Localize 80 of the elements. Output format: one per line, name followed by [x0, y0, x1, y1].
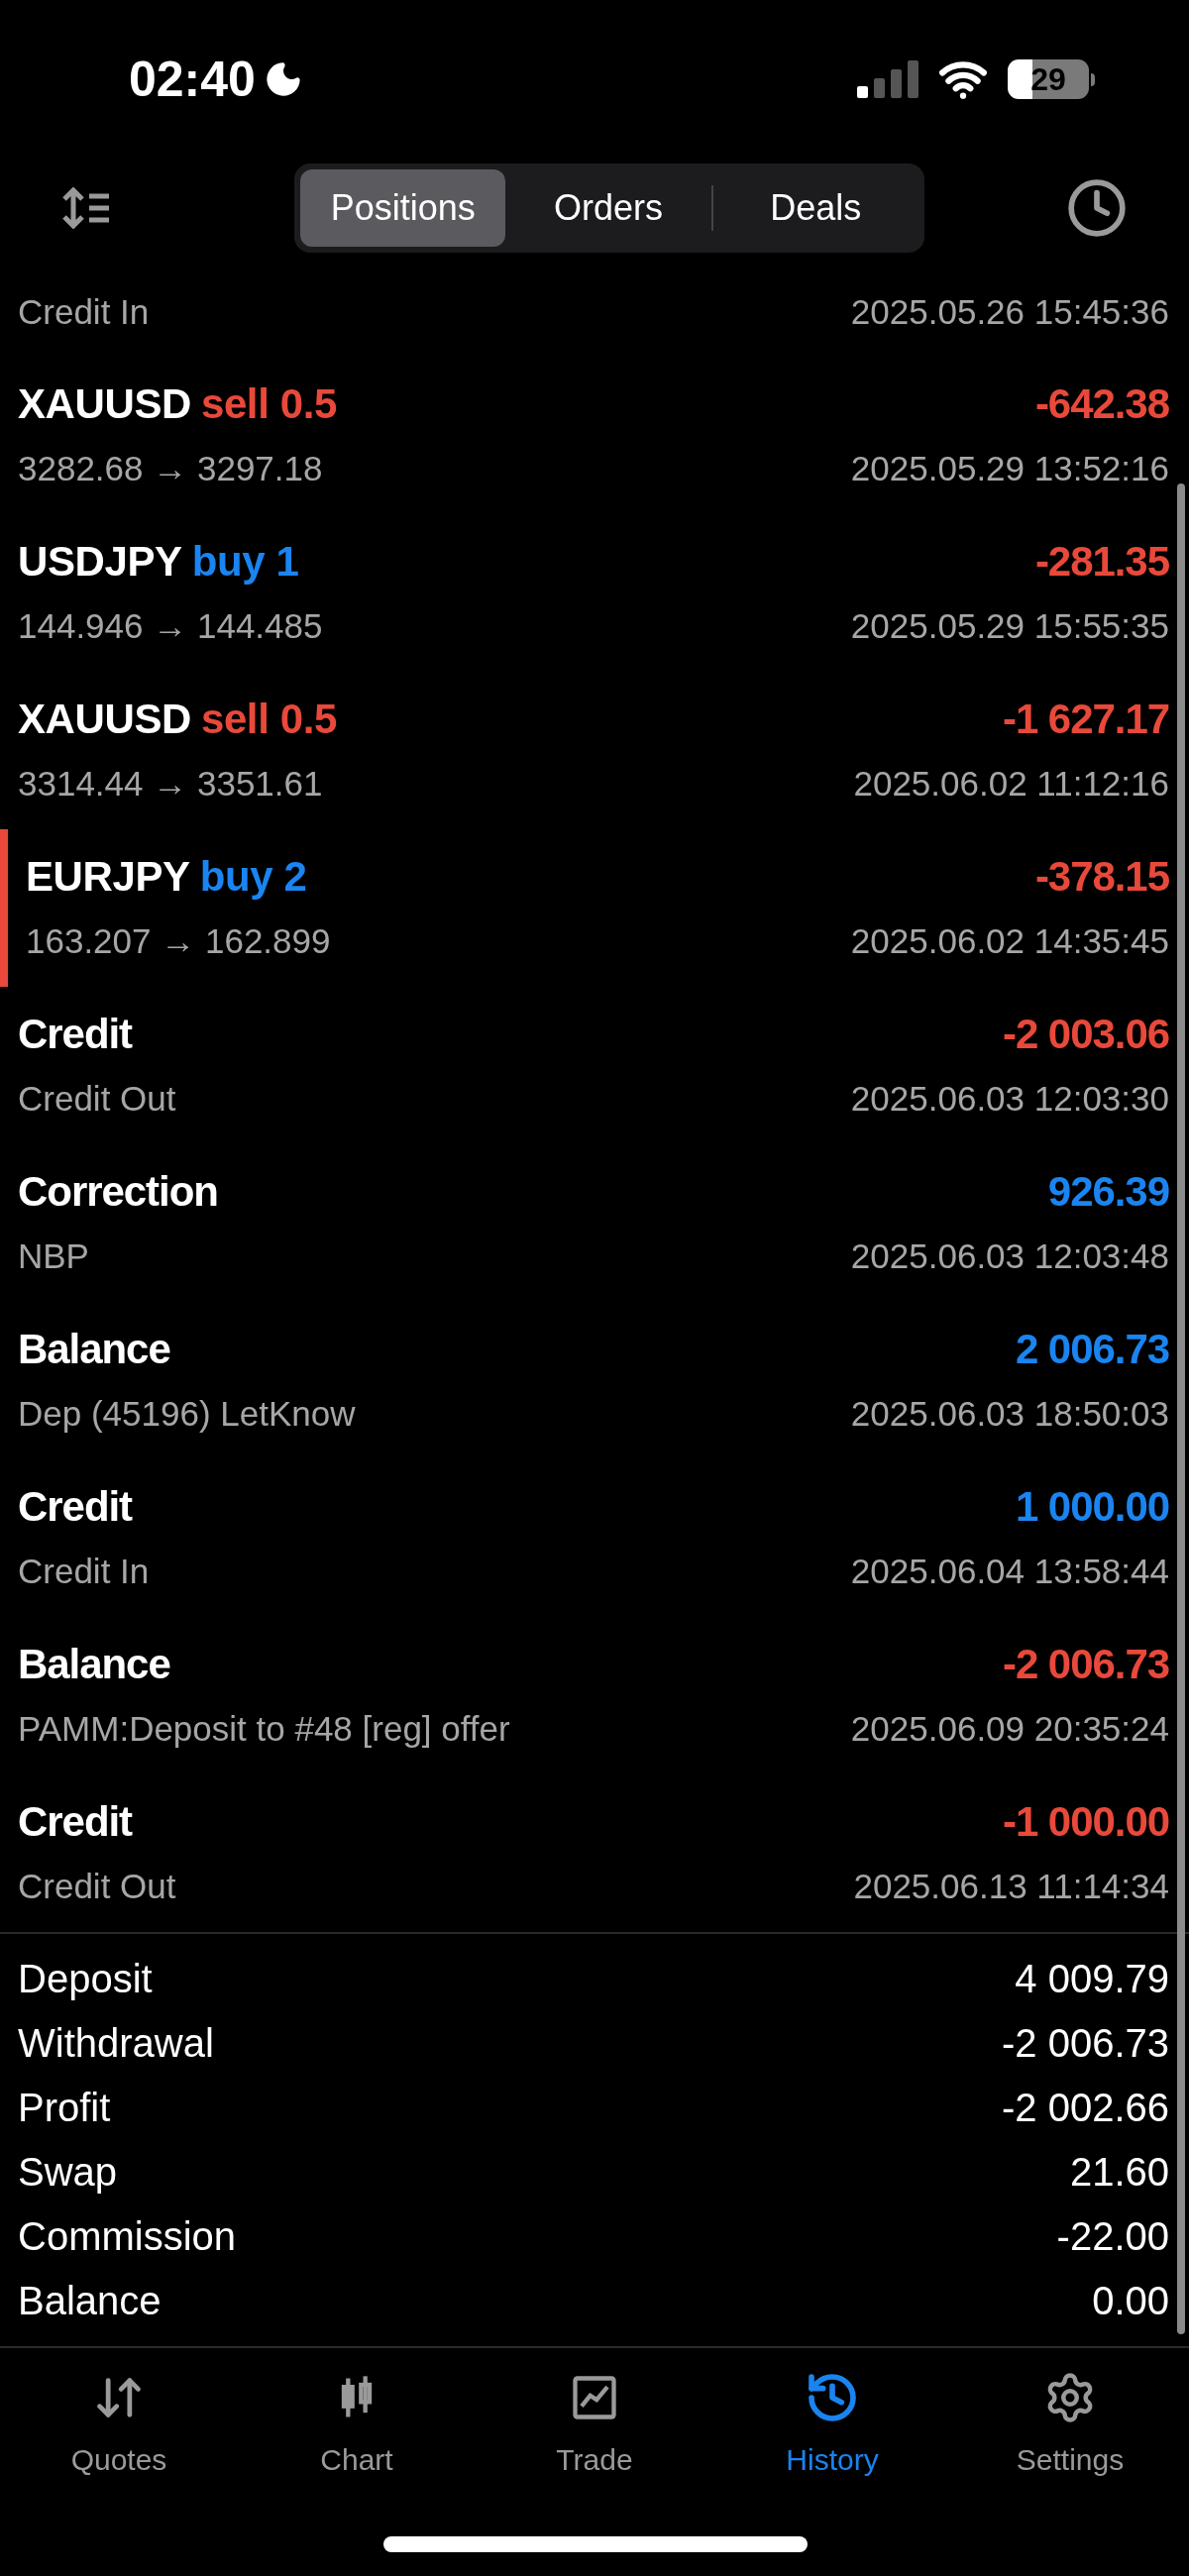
deal-profit: 926.39 — [1047, 1166, 1169, 1217]
deal-side: sell 0.5 — [200, 694, 337, 744]
deal-time: 2025.06.02 11:12:16 — [853, 762, 1169, 805]
deal-prices: 144.946 → 144.485 — [18, 604, 323, 647]
deal-profit: -2 006.73 — [1002, 1639, 1169, 1689]
tab-bar-item[interactable]: Quotes — [0, 2368, 238, 2482]
summary-value: -2 002.66 — [1001, 2084, 1169, 2131]
deal-comment: Credit In — [18, 290, 150, 333]
deal-comment: NBP — [18, 1234, 89, 1277]
deal-title: Credit — [18, 1481, 133, 1532]
deal-comment: PAMM:Deposit to #48 [reg] offer — [18, 1707, 510, 1750]
deal-symbol: EURJPY — [26, 851, 190, 902]
deal-time: 2025.06.13 11:14:34 — [853, 1865, 1169, 1907]
deal-comment: Credit Out — [18, 1865, 176, 1907]
deal-side: sell 0.5 — [200, 378, 337, 429]
deal-comment: Dep (45196) LetKnow — [18, 1392, 356, 1435]
deal-side: buy 1 — [191, 536, 299, 587]
deal-time: 2025.06.03 12:03:30 — [850, 1077, 1169, 1120]
deal-time: 2025.05.29 13:52:16 — [850, 447, 1169, 489]
deal-side: buy 2 — [199, 851, 307, 902]
tab-bar-item[interactable]: Trade — [476, 2368, 713, 2482]
deal-profit: 2 006.73 — [1015, 1324, 1169, 1374]
deal-row[interactable]: XAUUSD sell 0.5 -1 627.17 3314.44 → 3351.61 2025.06.02 11:12:16 — [0, 672, 1189, 829]
segment-tab[interactable]: Positions — [300, 169, 506, 247]
clock-icon[interactable] — [1066, 177, 1128, 239]
deal-time: 2025.06.09 20:35:24 — [850, 1707, 1169, 1750]
deal-symbol: XAUUSD — [18, 378, 191, 429]
summary-value: 0.00 — [1092, 2277, 1169, 2324]
summary-value: 4 009.79 — [1015, 1955, 1169, 2002]
summary-label: Commission — [18, 2212, 237, 2260]
deal-row[interactable]: Credit -1 000.00 Credit Out 2025.06.13 11:14:34 — [0, 1774, 1189, 1932]
deal-profit: -281.35 — [1034, 536, 1169, 587]
tab-bar-item[interactable]: Settings — [951, 2368, 1189, 2482]
deal-profit: 1 000.00 — [1015, 1481, 1169, 1532]
signal-icon — [857, 60, 919, 98]
deal-time: 2025.06.04 13:58:44 — [850, 1550, 1169, 1592]
deal-profit: -378.15 — [1034, 851, 1169, 902]
deal-row[interactable]: Correction 926.39 NBP 2025.06.03 12:03:48 — [0, 1144, 1189, 1302]
summary-label: Deposit — [18, 1955, 153, 2002]
deal-row[interactable]: USDJPY buy 1 -281.35 144.946 → 144.485 2025.05.29 15:55:35 — [0, 514, 1189, 672]
deal-profit: -642.38 — [1034, 378, 1169, 429]
deal-time: 2025.06.03 12:03:48 — [850, 1234, 1169, 1277]
summary-label: Withdrawal — [18, 2019, 214, 2067]
deal-prices: 163.207 → 162.899 — [26, 919, 331, 962]
deal-prices: 3282.68 → 3297.18 — [18, 447, 323, 489]
deal-row[interactable]: Credit 1 000.00 Credit In 2025.06.04 13:58:44 — [0, 1459, 1189, 1617]
deal-prices: 3314.44 → 3351.61 — [18, 762, 323, 805]
segment-tab[interactable]: Deals — [712, 169, 919, 247]
summary-value: -22.00 — [1056, 2212, 1169, 2260]
summary-label: Balance — [18, 2277, 162, 2324]
segment-tab[interactable]: Orders — [505, 169, 711, 247]
deal-title: Balance — [18, 1639, 170, 1689]
deal-time: 2025.05.26 15:45:36 — [850, 290, 1169, 333]
deal-row[interactable]: Credit In 2025.05.26 15:45:36 — [0, 268, 1189, 357]
tab-bar-item[interactable]: Chart — [238, 2368, 476, 2482]
deal-title: Credit — [18, 1009, 133, 1059]
sort-icon[interactable] — [61, 187, 111, 229]
deal-time: 2025.06.03 18:50:03 — [850, 1392, 1169, 1435]
deal-row[interactable]: Balance -2 006.73 PAMM:Deposit to #48 [reg] offer 2025.06.09 20:35:24 — [0, 1617, 1189, 1774]
deal-time: 2025.05.29 15:55:35 — [850, 604, 1169, 647]
summary-label: Profit — [18, 2084, 111, 2131]
deal-title: Credit — [18, 1796, 133, 1847]
deal-row[interactable]: Credit -2 003.06 Credit Out 2025.06.03 12:03:30 — [0, 987, 1189, 1144]
clock-time: 02:40 — [129, 50, 256, 109]
summary-label: Swap — [18, 2148, 118, 2196]
summary-value: 21.60 — [1069, 2148, 1169, 2196]
deal-symbol: XAUUSD — [18, 694, 191, 744]
tab-bar-item[interactable]: History — [713, 2368, 951, 2482]
deal-profit: -2 003.06 — [1002, 1009, 1169, 1059]
deal-profit: -1 000.00 — [1002, 1796, 1169, 1847]
deal-comment: Credit Out — [18, 1077, 176, 1120]
deal-time: 2025.06.02 14:35:45 — [850, 919, 1169, 962]
deal-symbol: USDJPY — [18, 536, 182, 587]
deal-row[interactable]: Balance 2 006.73 Dep (45196) LetKnow 2025.06.03 18:50:03 — [0, 1302, 1189, 1459]
deal-title: Correction — [18, 1166, 218, 1217]
deal-title: Balance — [18, 1324, 170, 1374]
deal-comment: Credit In — [18, 1550, 150, 1592]
deal-row[interactable]: XAUUSD sell 0.5 -642.38 3282.68 → 3297.18 2025.05.29 13:52:16 — [0, 357, 1189, 514]
summary-value: -2 006.73 — [1001, 2019, 1169, 2067]
deal-profit: -1 627.17 — [1002, 694, 1169, 744]
